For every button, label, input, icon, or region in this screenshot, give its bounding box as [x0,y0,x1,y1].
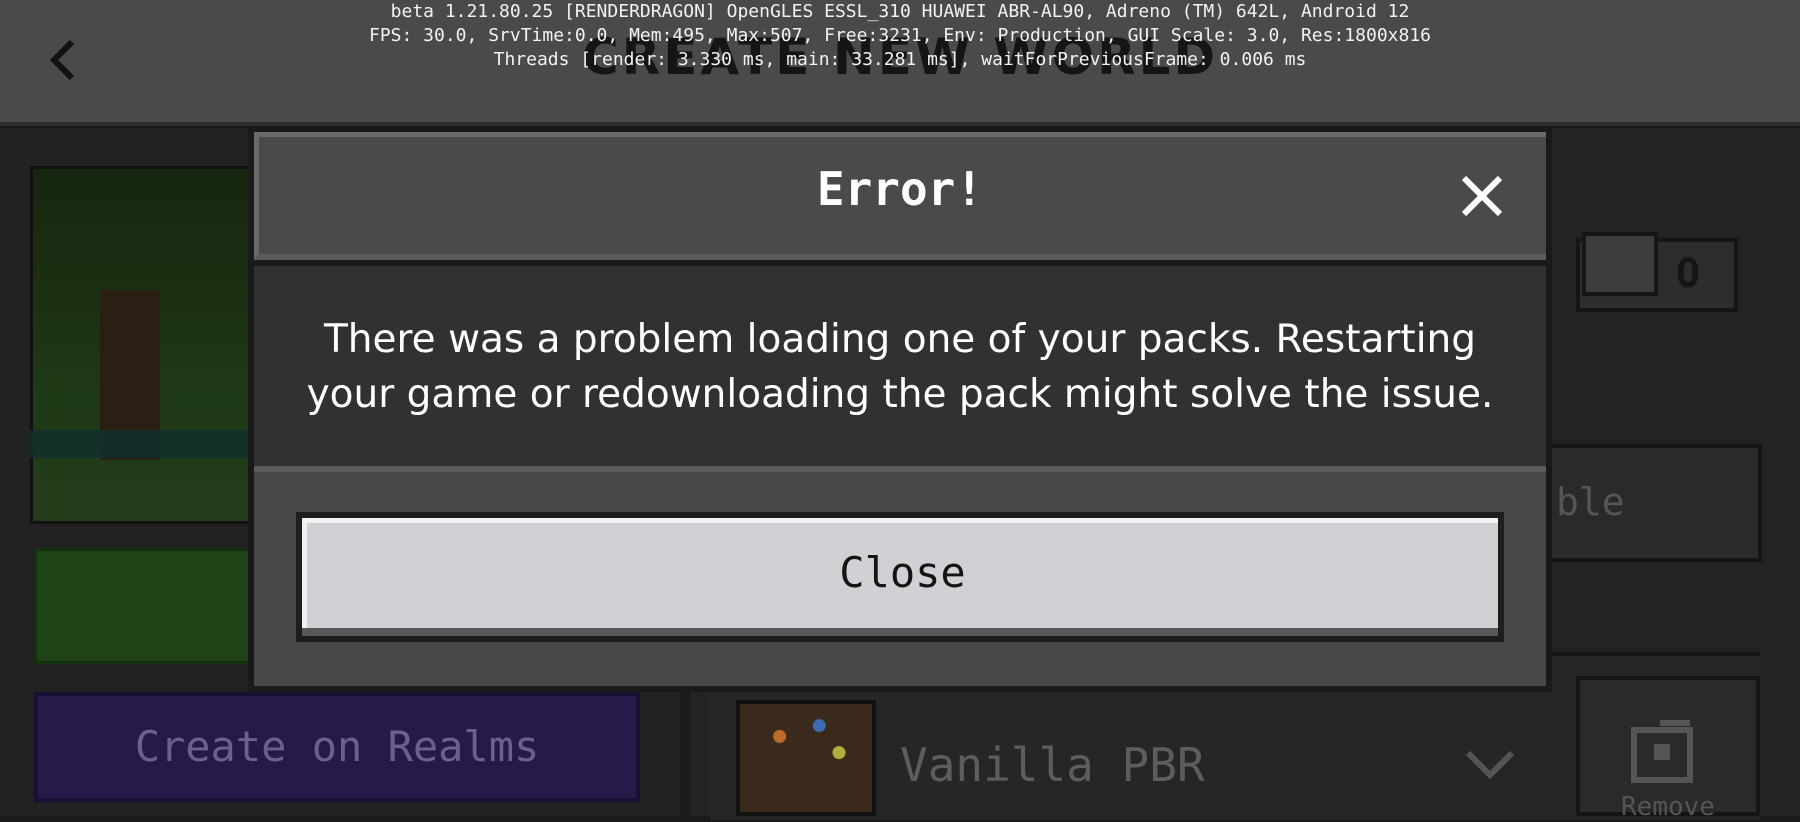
dialog-message: There was a problem loading one of your … [306,317,1494,417]
pack-name: Vanilla PBR [900,738,1205,792]
close-x-icon[interactable] [1458,172,1506,220]
create-button[interactable] [34,548,270,664]
chevron-down-icon[interactable] [1460,745,1520,785]
pack-icon [736,700,876,816]
remove-label: Remove [1621,792,1715,822]
debug-line-2: FPS: 30.0, SrvTime:0.0, Mem:495, Max:507… [368,25,1432,46]
dialog-title: Error! [816,162,984,216]
create-on-realms-button[interactable]: Create on Realms [34,692,640,802]
preview-water [30,430,262,458]
close-button-shadow [302,628,1498,636]
toggle-off-icon: O [1676,251,1701,297]
toggle-knob [1582,232,1658,296]
trash-icon [1631,720,1693,783]
close-button[interactable]: Close [302,518,1498,628]
debug-line-1: beta 1.21.80.25 [RENDERDRAGON] OpenGLES … [390,1,1410,22]
debug-line-3: Threads [render: 3.330 ms, main: 33.281 … [493,49,1307,70]
debug-overlay: beta 1.21.80.25 [RENDERDRAGON] OpenGLES … [0,0,1800,72]
enable-button[interactable]: ble [1530,444,1762,562]
